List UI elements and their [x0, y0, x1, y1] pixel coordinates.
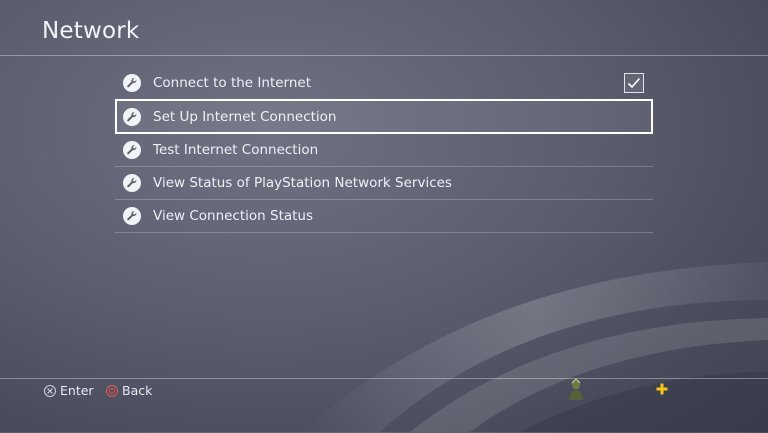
- cross-button-icon: [44, 384, 56, 397]
- wrench-icon: [123, 141, 141, 159]
- menu-item-label: Test Internet Connection: [153, 142, 319, 158]
- menu-item-view-connection-status[interactable]: View Connection Status: [115, 200, 653, 233]
- connect-internet-checkbox[interactable]: [624, 73, 644, 93]
- menu-item-label: Connect to the Internet: [153, 75, 312, 91]
- wrench-icon: [123, 174, 141, 192]
- enter-hint: Enter: [44, 383, 94, 398]
- menu-item-label: View Connection Status: [153, 208, 314, 224]
- menu-item-label: Set Up Internet Connection: [153, 108, 337, 125]
- back-hint: Back: [106, 383, 152, 398]
- footer: Enter Back: [0, 378, 768, 433]
- page-title: Network: [42, 18, 140, 44]
- menu-item-connect-to-internet[interactable]: Connect to the Internet: [115, 67, 653, 100]
- wrench-icon: [123, 107, 141, 126]
- network-menu: Connect to the Internet Set Up Internet …: [115, 67, 653, 233]
- menu-item-test-internet-connection[interactable]: Test Internet Connection: [115, 134, 653, 167]
- menu-item-set-up-internet-connection[interactable]: Set Up Internet Connection: [115, 99, 653, 134]
- header: Network: [0, 0, 768, 56]
- circle-button-icon: [106, 384, 118, 397]
- menu-item-label: View Status of PlayStation Network Servi…: [153, 175, 452, 191]
- menu-item-view-psn-status[interactable]: View Status of PlayStation Network Servi…: [115, 167, 653, 200]
- user-avatar-icon: [569, 379, 583, 400]
- playstation-plus-icon: [656, 383, 668, 395]
- back-label: Back: [122, 383, 153, 398]
- checkmark-icon: [627, 77, 641, 89]
- enter-label: Enter: [60, 383, 94, 398]
- wrench-icon: [123, 74, 141, 92]
- wrench-icon: [123, 207, 141, 225]
